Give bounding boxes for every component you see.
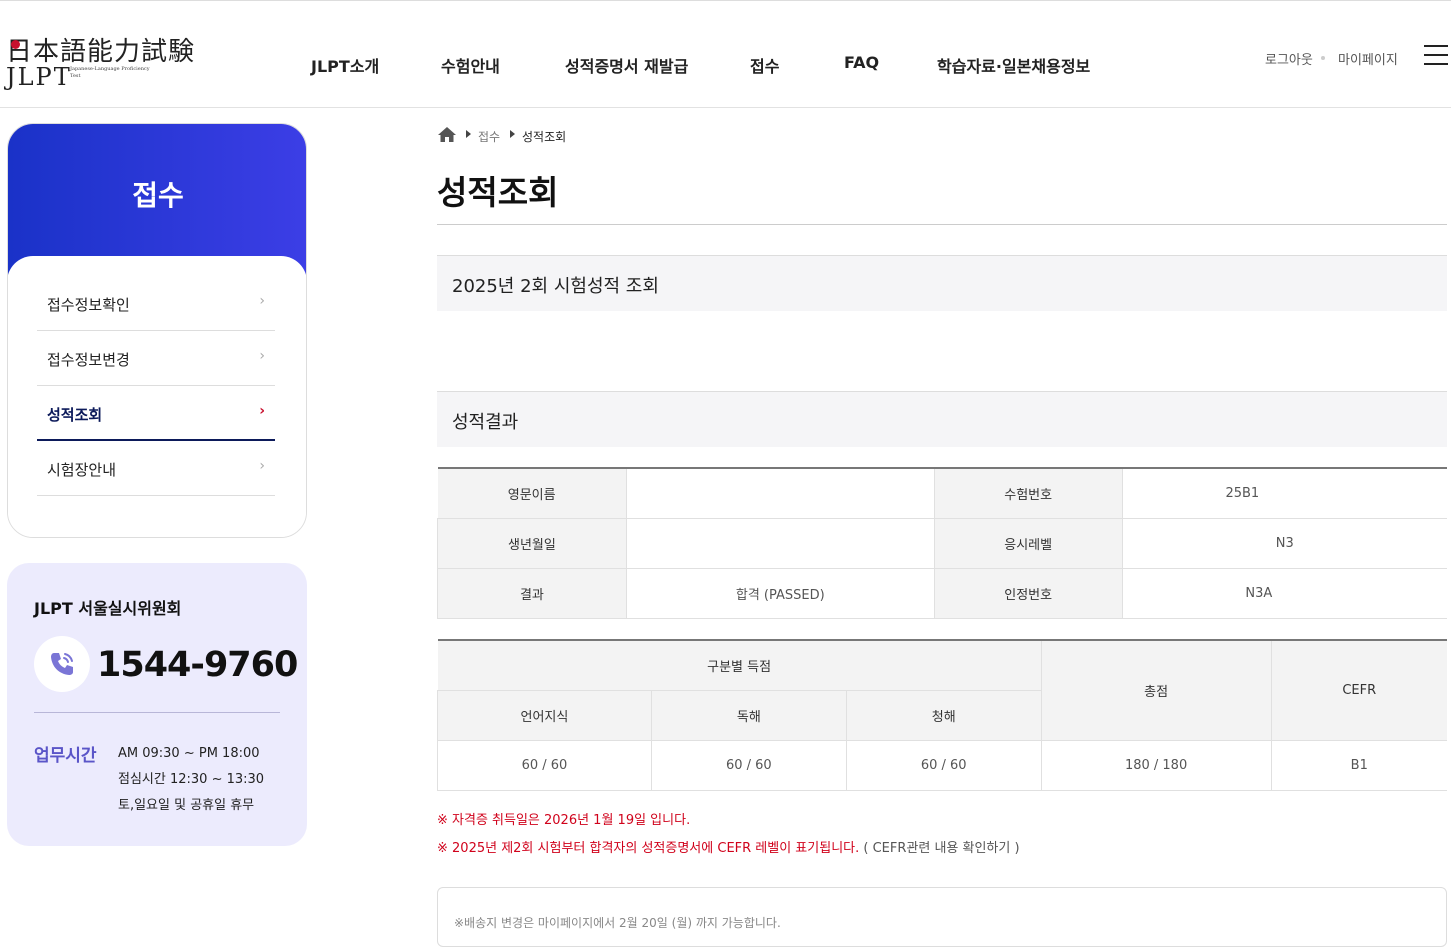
title-divider [437,224,1447,225]
sidebar-body: 접수정보확인 › 접수정보변경 › 성적조회 › 시험장안내 › [8,256,306,537]
contact-org: JLPT 서울실시위원회 [34,599,182,618]
score-reading: 60 / 60 [650,739,847,791]
logout-link[interactable]: 로그아웃 [1265,49,1313,68]
sidebar-header: 접수 [8,124,306,276]
table-row: 구분별 득점 총점 CEFR [437,639,1447,741]
business-hours-label: 업무시간 [34,746,97,766]
score-cefr: B1 [1270,739,1447,791]
hours-line: 점심시간 12:30 ~ 13:30 [118,772,265,787]
header-language-knowledge: 언어지식 [437,689,652,741]
nav-item-exam-guide[interactable]: 수험안내 [441,53,500,77]
value-exam-number: 25B1 [1121,467,1447,519]
label-cert-number: 인정번호 [933,567,1123,619]
table-row: 60 / 60 60 / 60 60 / 60 180 / 180 B1 [437,739,1447,791]
contact-box: JLPT 서울실시위원회 1544-9760 업무시간 AM 09:30 ~ P… [7,563,307,846]
sidebar-title: 접수 [132,179,184,212]
table-row: 생년월일 응시레벨 N3 [437,517,1447,569]
nav-item-faq[interactable]: FAQ [844,53,879,72]
breadcrumb-separator-icon [466,130,471,138]
header-cefr: CEFR [1270,639,1447,741]
exam-section-title: 2025년 2회 시험성적 조회 [452,276,659,297]
info-table: 영문이름 수험번호 25B1 생년월일 응시레벨 N3 결과 합격 (PASSE… [437,467,1447,619]
jlpt-logo[interactable]: 日本語能力試験 JLPT Japanese-Language Proficien… [6,31,206,95]
logo-red-dot [11,40,20,49]
hours-line: AM 09:30 ~ PM 18:00 [118,746,260,761]
contact-phone-number: 1544-9760 [97,645,298,685]
hamburger-menu-icon[interactable] [1424,45,1448,65]
score-listening: 60 / 60 [845,739,1042,791]
note-cefr: ※ 2025년 제2회 시험부터 합격자의 성적증명서에 CEFR 레벨이 표기… [437,835,1020,863]
label-exam-number: 수험번호 [933,467,1123,519]
label-result: 결과 [437,567,627,619]
value-cert-number: N3A [1121,567,1447,619]
mypage-link[interactable]: 마이페이지 [1338,49,1398,68]
nav-item-jlpt-intro[interactable]: JLPT소개 [311,53,379,77]
value-level: N3 [1121,517,1447,569]
home-icon[interactable] [437,126,457,143]
result-section-title: 성적결과 [452,412,519,433]
breadcrumb-separator-icon [510,130,515,138]
cefr-info-link[interactable]: ( CEFR관련 내용 확인하기 ) [863,841,1019,856]
nav-item-study-materials[interactable]: 학습자료·일본채용정보 [937,53,1090,77]
header-total: 총점 [1040,639,1272,741]
table-row: 결과 합격 (PASSED) 인정번호 N3A [437,567,1447,619]
sidebar-item-registration-check[interactable]: 접수정보확인 › [37,276,275,331]
sidebar-item-label: 접수정보변경 [47,351,130,369]
chevron-right-icon: › [259,293,265,309]
sidebar-menu: 접수정보확인 › 접수정보변경 › 성적조회 › 시험장안내 › [37,276,275,496]
exam-section-header: 2025년 2회 시험성적 조회 [437,255,1447,311]
label-birthdate: 생년월일 [437,517,627,569]
header-listening: 청해 [845,689,1042,741]
hours-line: 토,일요일 및 공휴일 휴무 [118,798,255,813]
business-hours: AM 09:30 ~ PM 18:00 점심시간 12:30 ~ 13:30 토… [118,741,264,819]
nav-item-registration[interactable]: 접수 [750,53,779,77]
label-english-name: 영문이름 [437,467,627,519]
sidebar-item-registration-change[interactable]: 접수정보변경 › [37,331,275,386]
site-header: 日本語能力試験 JLPT Japanese-Language Proficien… [0,1,1451,108]
logo-jlpt: JLPT [6,63,72,91]
sidebar: 접수 접수정보확인 › 접수정보변경 › 성적조회 › 시험장안내 › [7,123,307,538]
chevron-right-icon: › [259,458,265,474]
page-title: 성적조회 [437,173,559,212]
sidebar-item-label: 시험장안내 [47,461,117,479]
sidebar-item-score-lookup[interactable]: 성적조회 › [37,386,275,441]
logo-subtitle: Japanese-Language Proficiency Test [70,66,150,79]
breadcrumb-item-current: 성적조회 [522,130,567,144]
note-cefr-text: ※ 2025년 제2회 시험부터 합격자의 성적증명서에 CEFR 레벨이 표기… [437,841,860,856]
delivery-notice-text: ※배송지 변경은 마이페이지에서 2월 20일 (월) 까지 가능합니다. [454,916,781,930]
header-reading: 독해 [650,689,847,741]
note-acquisition-date: ※ 자격증 취득일은 2026년 1월 19일 입니다. [437,813,691,828]
nav-item-certificate-reissue[interactable]: 성적증명서 재발급 [565,53,688,77]
notes: ※ 자격증 취득일은 2026년 1월 19일 입니다. ※ 2025년 제2회… [437,807,1020,863]
delivery-notice-box: ※배송지 변경은 마이페이지에서 2월 20일 (월) 까지 가능합니다. [437,887,1447,947]
chevron-right-icon: › [259,348,265,364]
result-section-header: 성적결과 [437,391,1447,447]
score-language-knowledge: 60 / 60 [437,739,652,791]
label-level: 응시레벨 [933,517,1123,569]
header-section-scores: 구분별 득점 [437,639,1042,691]
score-total: 180 / 180 [1040,739,1272,791]
value-english-name [625,467,935,519]
sidebar-item-test-center[interactable]: 시험장안내 › [37,441,275,496]
value-birthdate [625,517,935,569]
breadcrumb-item-registration[interactable]: 접수 [478,128,500,145]
table-row: 영문이름 수험번호 25B1 [437,467,1447,519]
contact-divider [34,712,280,713]
chevron-right-icon: › [259,403,265,419]
sidebar-item-label: 접수정보확인 [47,296,130,314]
phone-icon [34,636,90,692]
util-separator [1321,56,1325,60]
score-table: 구분별 득점 총점 CEFR 언어지식 독해 청해 60 / 60 60 / 6… [437,639,1447,791]
value-result: 합격 (PASSED) [625,567,935,619]
sidebar-item-label: 성적조회 [47,406,103,424]
